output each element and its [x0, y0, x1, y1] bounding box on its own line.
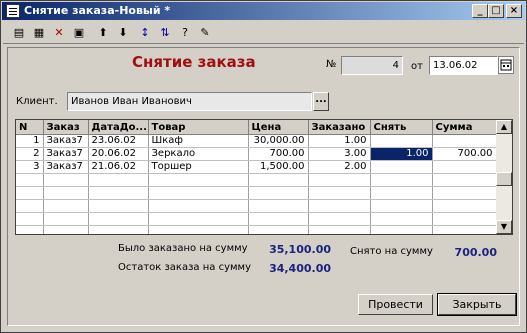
- tools-icon[interactable]: ✎: [197, 25, 213, 41]
- post-button[interactable]: Провести: [358, 294, 433, 315]
- page-title: Снятие заказа: [132, 53, 256, 71]
- order-window: Снятие заказа-Новый * _ □ × ▤ ▦ ✕ ▣ ⬆ ⬇ …: [0, 0, 527, 333]
- table-row[interactable]: 2 Заказ7 20.06.02 Зеркало 700.00 3.00 1.…: [16, 147, 497, 161]
- column-header-price[interactable]: Цена: [248, 120, 309, 135]
- table-header: N Заказ ДатаДо... Товар Цена Заказано Сн…: [16, 120, 497, 135]
- scroll-thumb[interactable]: [496, 172, 512, 186]
- document-icon: [6, 4, 20, 18]
- cell-price[interactable]: 1,500.00: [248, 160, 309, 174]
- ordered-total-value: 35,100.00: [269, 243, 331, 256]
- cell-ordered[interactable]: 2.00: [308, 160, 371, 174]
- cell-item[interactable]: Торшер: [148, 160, 249, 174]
- table-row-empty[interactable]: [16, 212, 497, 226]
- removed-total-label: Снято на сумму: [350, 246, 433, 257]
- table-scrollbar[interactable]: ▲ ▼: [496, 120, 512, 234]
- table-row-empty[interactable]: [16, 199, 497, 213]
- close-button[interactable]: Закрыть: [437, 293, 517, 316]
- cell-date[interactable]: 23.06.02: [88, 134, 149, 148]
- cell-order[interactable]: Заказ7: [43, 147, 89, 161]
- sort-asc-icon[interactable]: ↕: [137, 25, 153, 41]
- cell-date[interactable]: 21.06.02: [88, 160, 149, 174]
- calendar-icon[interactable]: [498, 56, 514, 74]
- cell-order[interactable]: Заказ7: [43, 134, 89, 148]
- ordered-total-label: Было заказано на сумму: [118, 243, 248, 254]
- delete-row-icon[interactable]: ✕: [51, 25, 67, 41]
- client-field[interactable]: Иванов Иван Иванович: [67, 92, 312, 111]
- window-title: Снятие заказа-Новый *: [24, 4, 171, 17]
- cell-order[interactable]: Заказ7: [43, 160, 89, 174]
- cell-price[interactable]: 30,000.00: [248, 134, 309, 148]
- column-header-ordered[interactable]: Заказано: [308, 120, 371, 135]
- cell-ordered[interactable]: 1.00: [308, 134, 371, 148]
- save-copy-icon[interactable]: ▦: [31, 25, 47, 41]
- client-pick-button[interactable]: ...: [313, 92, 329, 111]
- scroll-up-icon[interactable]: ▲: [496, 120, 512, 134]
- cell-sum[interactable]: [432, 134, 497, 148]
- table-row-empty[interactable]: [16, 225, 497, 234]
- help-icon[interactable]: ?: [177, 25, 193, 41]
- cell-n[interactable]: 2: [16, 147, 44, 161]
- save-icon[interactable]: ▤: [11, 25, 27, 41]
- cell-take-selected[interactable]: 1.00: [370, 147, 433, 161]
- date-label: от: [411, 61, 423, 72]
- number-label: №: [326, 59, 337, 70]
- remaining-total-label: Остаток заказа на сумму: [118, 262, 251, 273]
- cell-take[interactable]: [370, 160, 433, 174]
- cell-ordered[interactable]: 3.00: [308, 147, 371, 161]
- title-bar: Снятие заказа-Новый * _ □ ×: [2, 2, 525, 20]
- cell-n[interactable]: 1: [16, 134, 44, 148]
- cell-sum[interactable]: 700.00: [432, 147, 497, 161]
- close-window-button[interactable]: ×: [506, 4, 522, 18]
- order-items-table: N Заказ ДатаДо... Товар Цена Заказано Сн…: [15, 119, 513, 235]
- cell-sum[interactable]: [432, 160, 497, 174]
- table-row-empty[interactable]: [16, 186, 497, 200]
- column-header-order[interactable]: Заказ: [43, 120, 89, 135]
- toolbar: ▤ ▦ ✕ ▣ ⬆ ⬇ ↕ ⇅ ? ✎: [3, 22, 524, 44]
- maximize-button[interactable]: □: [488, 4, 504, 18]
- removed-total-value: 700.00: [454, 246, 497, 259]
- client-label: Клиент.: [16, 96, 58, 107]
- column-header-take[interactable]: Снять: [370, 120, 433, 135]
- scroll-down-icon[interactable]: ▼: [496, 220, 512, 234]
- column-header-item[interactable]: Товар: [148, 120, 249, 135]
- number-field[interactable]: 4: [341, 56, 403, 75]
- move-up-icon[interactable]: ⬆: [95, 25, 111, 41]
- minimize-button[interactable]: _: [472, 4, 488, 18]
- cell-price[interactable]: 700.00: [248, 147, 309, 161]
- move-down-icon[interactable]: ⬇: [115, 25, 131, 41]
- table-row[interactable]: 1 Заказ7 23.06.02 Шкаф 30,000.00 1.00: [16, 134, 497, 148]
- cell-date[interactable]: 20.06.02: [88, 147, 149, 161]
- column-header-date[interactable]: ДатаДо...: [88, 120, 149, 135]
- cell-take[interactable]: [370, 134, 433, 148]
- cell-item[interactable]: Шкаф: [148, 134, 249, 148]
- cell-n[interactable]: 3: [16, 160, 44, 174]
- remaining-total-value: 34,400.00: [269, 262, 331, 275]
- cell-item[interactable]: Зеркало: [148, 147, 249, 161]
- print-icon[interactable]: ▣: [71, 25, 87, 41]
- table-row-empty[interactable]: [16, 173, 497, 187]
- table-row[interactable]: 3 Заказ7 21.06.02 Торшер 1,500.00 2.00: [16, 160, 497, 174]
- sort-desc-icon[interactable]: ⇅: [157, 25, 173, 41]
- date-field[interactable]: 13.06.02: [429, 56, 498, 75]
- column-header-n[interactable]: N: [16, 120, 44, 135]
- column-header-sum[interactable]: Сумма: [432, 120, 497, 135]
